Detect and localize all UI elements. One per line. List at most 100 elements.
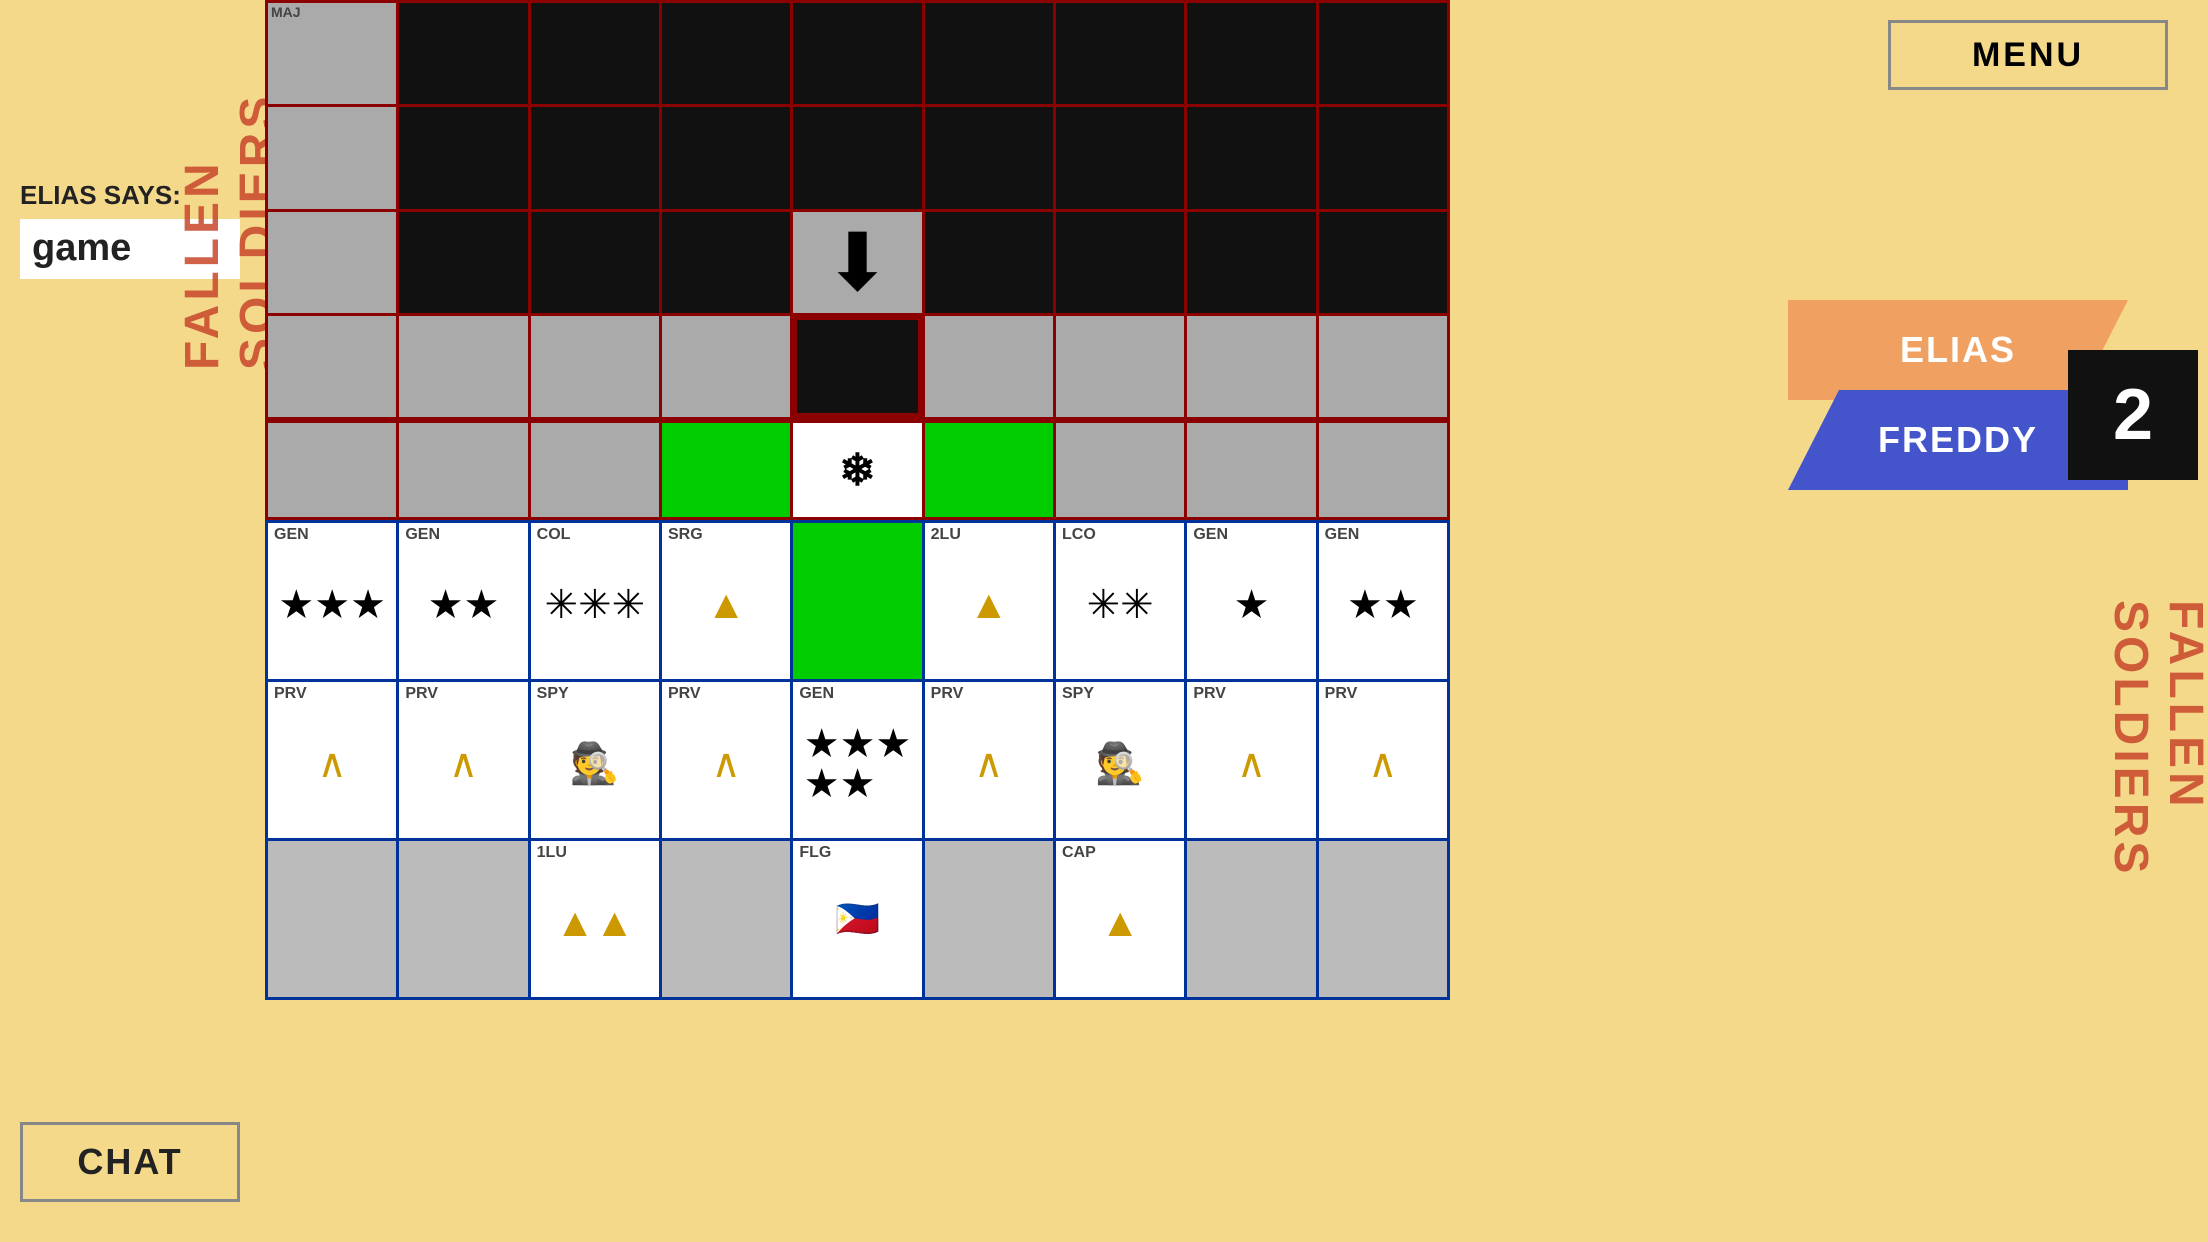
player-cell-empty3 [662, 841, 790, 997]
cell-icon-gen3: ★★★ [278, 585, 386, 625]
cell-icon-col: ✳✳✳ [545, 585, 646, 625]
enemy-cell [1187, 212, 1315, 313]
player-cell-gen1[interactable]: GEN ★ [1187, 523, 1315, 679]
cell-icon-1lu: ▲▲ [555, 903, 634, 943]
player-cell-prv4[interactable]: PRV ∧ [925, 682, 1053, 838]
player-cell-empty5 [1187, 841, 1315, 997]
player-cell-gen5star[interactable]: GEN ★★★★★ [793, 682, 921, 838]
cell-rank-prv3: PRV [668, 686, 701, 702]
player-cell-cap[interactable]: CAP ▲ [1056, 841, 1184, 997]
cell-icon-cap: ▲ [1100, 903, 1140, 943]
enemy-cell [399, 316, 527, 417]
enemy-cell [925, 212, 1053, 313]
cell-icon-prv2: ∧ [449, 744, 478, 784]
target-cell[interactable] [793, 316, 921, 417]
cell-rank-lco: LCO [1062, 527, 1096, 543]
div-cell-green [662, 423, 790, 517]
cell-rank-gen3: GEN [274, 527, 309, 543]
cell-rank-prv4: PRV [931, 686, 964, 702]
div-cell [1319, 423, 1447, 517]
cell-icon-gen2b: ★★ [1347, 585, 1419, 625]
enemy-cell [399, 3, 527, 104]
enemy-cell [531, 316, 659, 417]
cell-rank-gen2b: GEN [1325, 527, 1360, 543]
enemy-cell [662, 3, 790, 104]
fallen-soldiers-right-text: FALLEN SOLDIERS [2103, 600, 2208, 1000]
cell-icon-2lu: ▲ [969, 585, 1009, 625]
enemy-zone: ⬇ [265, 0, 1450, 420]
player-cell-prv6[interactable]: PRV ∧ [1319, 682, 1447, 838]
cell-icon-gen5star: ★★★★★ [804, 724, 912, 804]
player-cell-gen2b[interactable]: GEN ★★ [1319, 523, 1447, 679]
player-cell-prv5[interactable]: PRV ∧ [1187, 682, 1315, 838]
cell-rank-spy2: SPY [1062, 686, 1094, 702]
game-board: ⬇ MAJ ❄ GEN ★★★ [265, 0, 1450, 1000]
cell-icon-prv5: ∧ [1237, 744, 1266, 784]
right-panel: MENU ELIAS 2 FREDDY FALLEN SOLDIERS [1450, 0, 2208, 1242]
enemy-cell [531, 107, 659, 208]
player-cell-empty2 [399, 841, 527, 997]
fallen-soldiers-right: FALLEN SOLDIERS [2128, 600, 2188, 1000]
cell-rank-2lu: 2LU [931, 527, 961, 543]
player-cell-1lu[interactable]: 1LU ▲▲ [531, 841, 659, 997]
cell-icon-flg: 🇵🇭 [835, 898, 880, 940]
cell-icon-gen2a: ★★ [428, 585, 500, 625]
cell-icon-gen1: ★ [1234, 585, 1270, 625]
enemy-cell [1319, 316, 1447, 417]
cell-rank-srg: SRG [668, 527, 703, 543]
player-cell-prv1[interactable]: PRV ∧ [268, 682, 396, 838]
chat-button[interactable]: CHAT [20, 1122, 240, 1202]
enemy-cell [399, 212, 527, 313]
cell-icon-prv4: ∧ [974, 744, 1003, 784]
enemy-cell [1056, 3, 1184, 104]
cell-icon-prv3: ∧ [712, 744, 741, 784]
div-cell [531, 423, 659, 517]
enemy-cell [1056, 316, 1184, 417]
cell-rank-prv2: PRV [405, 686, 438, 702]
cell-icon-prv6: ∧ [1368, 744, 1397, 784]
cell-icon-srg: ▲ [706, 585, 746, 625]
cell-rank-flg: FLG [799, 845, 831, 861]
enemy-cell [268, 107, 396, 208]
cell-icon-spy2: 🕵 [1095, 744, 1145, 784]
score-number: 2 [2068, 350, 2198, 480]
player-cell-flg[interactable]: FLG 🇵🇭 [793, 841, 921, 997]
player-cell-spy2[interactable]: SPY 🕵 [1056, 682, 1184, 838]
cell-rank-gen2a: GEN [405, 527, 440, 543]
player-cell-empty4 [925, 841, 1053, 997]
cell-icon-spy1: 🕵 [570, 744, 620, 784]
player-cell-srg[interactable]: SRG ▲ [662, 523, 790, 679]
player-cell-prv2[interactable]: PRV ∧ [399, 682, 527, 838]
enemy-cell [1319, 212, 1447, 313]
enemy-cell [399, 107, 527, 208]
player-zone: GEN ★★★ GEN ★★ COL ✳✳✳ SRG ▲ 2LU ▲ LCO ✳… [265, 520, 1450, 1000]
player-cell-lco[interactable]: LCO ✳✳ [1056, 523, 1184, 679]
player-cell-gen3[interactable]: GEN ★★★ [268, 523, 396, 679]
div-cell [1056, 423, 1184, 517]
move-arrow: ⬇ [793, 212, 921, 313]
enemy-cell [662, 212, 790, 313]
menu-button[interactable]: MENU [1888, 20, 2168, 90]
cell-rank-1lu: 1LU [537, 845, 567, 861]
fallen-soldiers-left: FALLEN SOLDIERS [200, 50, 260, 370]
enemy-cell [1056, 212, 1184, 313]
divider-zone: MAJ ❄ [265, 420, 1450, 520]
cell-rank-prv5: PRV [1193, 686, 1226, 702]
cell-rank-cap: CAP [1062, 845, 1096, 861]
player-cell-spy1[interactable]: SPY 🕵 [531, 682, 659, 838]
freddy-name: FREDDY [1878, 419, 2038, 461]
player-cell-green1[interactable] [793, 523, 921, 679]
enemy-cell [793, 107, 921, 208]
player-cell-2lu[interactable]: 2LU ▲ [925, 523, 1053, 679]
enemy-cell [925, 3, 1053, 104]
enemy-cell [268, 316, 396, 417]
div-cell-maj: MAJ ❄ [793, 423, 921, 517]
player-cell-gen2a[interactable]: GEN ★★ [399, 523, 527, 679]
div-cell [268, 423, 396, 517]
player-cell-prv3[interactable]: PRV ∧ [662, 682, 790, 838]
enemy-cell [268, 212, 396, 313]
cell-rank-spy1: SPY [537, 686, 569, 702]
cell-rank-gen1: GEN [1193, 527, 1228, 543]
player-cell-col[interactable]: COL ✳✳✳ [531, 523, 659, 679]
cell-icon-prv1: ∧ [318, 744, 347, 784]
